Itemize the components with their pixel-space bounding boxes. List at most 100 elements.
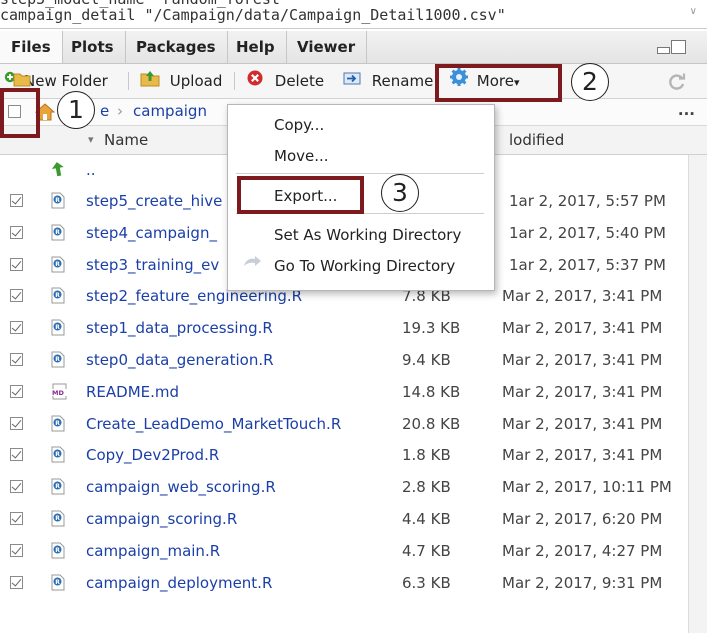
highlight-more-button: [435, 64, 562, 102]
row-checkbox[interactable]: [10, 543, 23, 557]
svg-text:R: R: [55, 324, 60, 331]
svg-text:R: R: [55, 197, 60, 204]
breadcrumb-separator: ›: [117, 102, 123, 120]
file-name-link[interactable]: campaign_deployment.R: [86, 568, 272, 599]
upload-label: Upload: [169, 72, 223, 90]
svg-text:R: R: [55, 483, 60, 490]
file-modified: Mar 2, 2017, 3:41 PM: [502, 319, 663, 338]
markdown-file-icon: MD: [51, 383, 68, 400]
rename-button[interactable]: Rename: [343, 64, 433, 98]
row-checkbox[interactable]: [10, 225, 23, 239]
file-name-link[interactable]: campaign_main.R: [86, 536, 220, 567]
tab-plots[interactable]: Plots: [60, 31, 126, 63]
svg-text:R: R: [55, 515, 60, 522]
menu-item-move[interactable]: Move...: [274, 147, 329, 165]
row-checkbox[interactable]: [10, 480, 23, 494]
row-checkbox[interactable]: [10, 257, 23, 271]
file-name-link[interactable]: step0_data_generation.R: [86, 345, 274, 376]
menu-item-set-working-directory[interactable]: Set As Working Directory: [274, 226, 461, 244]
row-checkbox[interactable]: [10, 575, 23, 589]
file-row[interactable]: Rstep0_data_generation.R 9.4 KB Mar 2, 201…: [0, 345, 707, 376]
file-name-link[interactable]: step1_data_processing.R: [86, 313, 273, 344]
file-name-link[interactable]: campaign_web_scoring.R: [86, 472, 276, 503]
file-row[interactable]: Rcampaign_main.R 4.7 KB Mar 2, 2017, 4:27 …: [0, 536, 707, 567]
file-modified: Mar 2, 2017, 10:11 PM: [502, 478, 672, 497]
r-script-icon: R: [51, 319, 65, 336]
menu-item-go-to-working-directory[interactable]: Go To Working Directory: [274, 257, 455, 275]
file-name-link[interactable]: Create_LeadDemo_MarketTouch.R: [86, 409, 341, 440]
file-modified: Mar 2, 2017, 3:41 PM: [502, 446, 663, 465]
console-strip: step5_model_name "random_forest" campaig…: [0, 0, 707, 29]
file-name-link[interactable]: step3_training_ev: [86, 250, 219, 281]
delete-icon: [246, 65, 264, 99]
svg-text:MD: MD: [52, 389, 64, 397]
row-checkbox[interactable]: [10, 289, 23, 303]
r-script-icon: R: [51, 542, 65, 559]
parent-dir-link[interactable]: ..: [86, 155, 96, 186]
highlight-export-item: [237, 176, 364, 214]
r-script-icon: R: [51, 287, 65, 304]
maximize-icon[interactable]: [671, 40, 686, 54]
sort-indicator: ▾: [88, 133, 94, 146]
minimize-icon[interactable]: [657, 47, 670, 54]
file-row[interactable]: Rcampaign_scoring.R 4.4 KB Mar 2, 2017, 6:…: [0, 504, 707, 535]
chevron-down-icon[interactable]: ∨: [690, 6, 697, 17]
file-name-link[interactable]: README.md: [86, 377, 179, 408]
file-name-link[interactable]: step5_create_hive: [86, 186, 222, 217]
file-size: 19.3 KB: [402, 319, 461, 338]
file-name-link[interactable]: Copy_Dev2Prod.R: [86, 440, 219, 471]
breadcrumb-home[interactable]: e: [100, 99, 109, 123]
row-checkbox[interactable]: [10, 448, 23, 462]
row-checkbox[interactable]: [10, 194, 23, 207]
tab-files[interactable]: Files: [0, 31, 63, 63]
svg-text:R: R: [55, 579, 60, 586]
row-checkbox[interactable]: [10, 512, 23, 525]
rename-icon: [343, 65, 363, 99]
row-checkbox[interactable]: [10, 353, 23, 366]
file-row[interactable]: R Copy_Dev2Prod.R 1.8 KB Mar 2, 2017, 3:41 …: [0, 440, 707, 471]
delete-label: Delete: [274, 72, 325, 90]
breadcrumb-campaign[interactable]: campaign: [133, 99, 207, 123]
file-size: 14.8 KB: [402, 382, 461, 401]
delete-button[interactable]: Delete: [246, 64, 324, 98]
scrollbar[interactable]: [688, 155, 707, 633]
callout-3: 3: [381, 174, 419, 212]
upload-button[interactable]: Upload: [139, 64, 222, 98]
svg-text:R: R: [55, 292, 60, 299]
r-script-icon: R: [51, 478, 65, 495]
file-modified: 1ar 2, 2017, 5:37 PM: [509, 255, 666, 274]
file-size: 6.3 KB: [402, 573, 451, 592]
file-row[interactable]: Rcampaign_deployment.R 6.3 KB Mar 2, 2017,…: [0, 568, 707, 599]
r-script-icon: R: [51, 574, 65, 591]
row-checkbox[interactable]: [10, 384, 23, 398]
file-size: 1.8 KB: [402, 446, 451, 465]
svg-text:R: R: [55, 420, 60, 427]
callout-2: 2: [571, 63, 609, 101]
overflow-button[interactable]: ...: [678, 99, 695, 121]
row-checkbox[interactable]: [10, 416, 23, 430]
file-name-link[interactable]: campaign_scoring.R: [86, 504, 237, 535]
file-row[interactable]: R Create_LeadDemo_MarketTouch.R 20.8 KB Mar…: [0, 409, 707, 440]
r-script-icon: R: [51, 351, 65, 368]
column-name[interactable]: Name: [104, 126, 148, 154]
tab-packages[interactable]: Packages: [125, 31, 228, 63]
tab-help[interactable]: Help: [225, 31, 287, 63]
go-arrow-icon: [242, 254, 262, 274]
menu-item-copy[interactable]: Copy...: [274, 116, 324, 134]
upload-icon: [139, 65, 161, 99]
r-script-icon: R: [51, 446, 65, 463]
highlight-select-all: [0, 88, 40, 138]
row-checkbox[interactable]: [10, 321, 23, 335]
column-modified[interactable]: lodified: [509, 126, 564, 154]
file-size: 2.8 KB: [402, 478, 451, 497]
callout-1: 1: [57, 91, 95, 129]
svg-text:R: R: [55, 229, 60, 236]
refresh-icon[interactable]: [667, 72, 687, 96]
tab-viewer[interactable]: Viewer: [286, 31, 368, 63]
file-row[interactable]: MD README.md 14.8 KB Mar 2, 2017, 3:41 PM: [0, 377, 707, 408]
file-row[interactable]: Rcampaign_web_scoring.R 2.8 KB Mar 2, 2017…: [0, 472, 707, 503]
file-name-link[interactable]: step4_campaign_: [86, 218, 217, 249]
file-row[interactable]: Rstep1_data_processing.R 19.3 KB Mar 2, 20…: [0, 313, 707, 344]
file-modified: Mar 2, 2017, 3:41 PM: [502, 382, 663, 401]
r-script-icon: R: [51, 224, 65, 241]
